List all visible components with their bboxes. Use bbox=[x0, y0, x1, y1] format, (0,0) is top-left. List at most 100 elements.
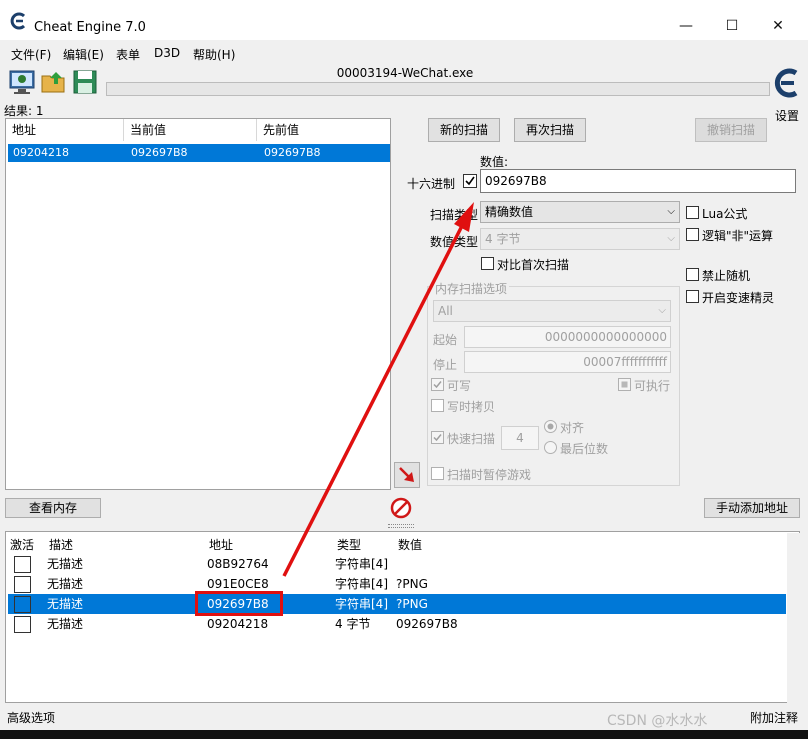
settings-label[interactable]: 设置 bbox=[775, 107, 799, 124]
col-active[interactable]: 激活 bbox=[10, 536, 34, 553]
chevron-down-icon: ⌵ bbox=[658, 305, 666, 316]
table-extras-link[interactable]: 附加注释 bbox=[750, 709, 798, 726]
value-type-select[interactable]: 4 字节 ⌵ bbox=[480, 228, 680, 250]
lua-label: Lua公式 bbox=[702, 207, 748, 221]
col-description[interactable]: 描述 bbox=[49, 536, 73, 553]
row-address: 08B92764 bbox=[207, 557, 269, 571]
speedhack-label: 开启变速精灵 bbox=[702, 291, 775, 305]
add-to-list-arrow-icon[interactable] bbox=[394, 462, 420, 488]
scan-type-select[interactable]: 精确数值 ⌵ bbox=[480, 201, 680, 223]
lua-checkbox[interactable] bbox=[686, 206, 699, 219]
row-value: ?PNG bbox=[396, 597, 428, 611]
row-type: 字符串[4] bbox=[335, 577, 388, 591]
row-description: 无描述 bbox=[47, 577, 84, 591]
result-current: 092697B8 bbox=[131, 146, 188, 159]
writable-checkbox[interactable] bbox=[431, 378, 444, 391]
memory-options-title: 内存扫描选项 bbox=[433, 280, 510, 297]
col-address[interactable]: 地址 bbox=[6, 119, 124, 141]
stop-label: 停止 bbox=[433, 358, 458, 372]
executable-checkbox[interactable] bbox=[618, 378, 631, 391]
new-scan-button[interactable]: 新的扫描 bbox=[428, 118, 500, 142]
compare-first-checkbox[interactable] bbox=[481, 257, 494, 270]
active-checkbox[interactable] bbox=[14, 596, 31, 613]
minimize-button[interactable]: — bbox=[666, 14, 706, 38]
table-row-selected[interactable]: 无描述 092697B8 字符串[4] ?PNG bbox=[8, 594, 786, 614]
result-address: 09204218 bbox=[13, 146, 69, 159]
writable-label: 可写 bbox=[447, 379, 472, 393]
next-scan-button[interactable]: 再次扫描 bbox=[514, 118, 586, 142]
last-digits-radio[interactable] bbox=[544, 441, 557, 454]
last-digits-label: 最后位数 bbox=[560, 442, 609, 456]
scan-type-value: 精确数值 bbox=[485, 205, 534, 219]
result-count: 结果: 1 bbox=[4, 104, 44, 118]
pause-game-checkbox[interactable] bbox=[431, 467, 444, 480]
close-button[interactable]: ✕ bbox=[758, 14, 798, 38]
col-value[interactable]: 数值 bbox=[398, 536, 422, 553]
row-type: 4 字节 bbox=[335, 617, 371, 631]
window-title: Cheat Engine 7.0 bbox=[34, 20, 146, 35]
advanced-options-link[interactable]: 高级选项 bbox=[7, 709, 55, 726]
undo-scan-button[interactable]: 撤销扫描 bbox=[695, 118, 767, 142]
table-row[interactable]: 无描述 09204218 4 字节 092697B8 bbox=[8, 614, 786, 634]
active-checkbox[interactable] bbox=[14, 576, 31, 593]
no-random-label: 禁止随机 bbox=[702, 269, 751, 283]
compare-first-label: 对比首次扫描 bbox=[497, 258, 570, 272]
no-random-checkbox[interactable] bbox=[686, 268, 699, 281]
view-memory-button[interactable]: 查看内存 bbox=[5, 498, 101, 518]
process-name: 00003194-WeChat.exe bbox=[336, 66, 474, 80]
col-previous-value[interactable]: 先前值 bbox=[257, 119, 390, 141]
col-address[interactable]: 地址 bbox=[209, 536, 233, 553]
table-row[interactable]: 无描述 091E0CE8 字符串[4] ?PNG bbox=[8, 574, 786, 594]
scan-progress-bar bbox=[106, 82, 770, 96]
chevron-down-icon: ⌵ bbox=[667, 206, 675, 217]
align-radio[interactable] bbox=[544, 420, 557, 433]
select-process-icon[interactable] bbox=[8, 68, 36, 96]
menu-help[interactable]: 帮助(H) bbox=[193, 46, 235, 63]
stop-address-input[interactable]: 00007fffffffffff bbox=[464, 351, 671, 373]
col-type[interactable]: 类型 bbox=[337, 536, 361, 553]
open-file-icon[interactable] bbox=[40, 68, 68, 96]
not-logic-label: 逻辑"非"运算 bbox=[702, 229, 774, 243]
clear-list-icon[interactable] bbox=[389, 496, 413, 520]
add-address-manually-button[interactable]: 手动添加地址 bbox=[704, 498, 800, 518]
col-current-value[interactable]: 当前值 bbox=[124, 119, 257, 141]
scan-result-list[interactable]: 地址 当前值 先前值 09204218 092697B8 092697B8 bbox=[5, 118, 391, 490]
result-row[interactable]: 09204218 092697B8 092697B8 bbox=[8, 144, 390, 162]
save-file-icon[interactable] bbox=[71, 68, 99, 96]
chevron-down-icon: ⌵ bbox=[667, 233, 675, 244]
menu-d3d[interactable]: D3D bbox=[154, 46, 180, 60]
maximize-button[interactable]: ☐ bbox=[712, 14, 752, 38]
fast-scan-checkbox[interactable] bbox=[431, 431, 444, 444]
row-description: 无描述 bbox=[47, 557, 84, 571]
cheat-engine-icon bbox=[10, 12, 26, 30]
menu-table[interactable]: 表单 bbox=[116, 46, 140, 63]
cheat-table[interactable]: 激活 描述 地址 类型 数值 无描述 08B92764 字符串[4] 无描述 0… bbox=[5, 531, 801, 703]
memory-region-select[interactable]: All ⌵ bbox=[433, 300, 671, 322]
start-address-input[interactable]: 0000000000000000 bbox=[464, 326, 671, 348]
start-label: 起始 bbox=[433, 333, 458, 347]
table-row[interactable]: 无描述 08B92764 字符串[4] bbox=[8, 554, 786, 574]
menu-file[interactable]: 文件(F) bbox=[11, 46, 51, 63]
value-type-label: 数值类型 bbox=[430, 235, 479, 249]
row-description: 无描述 bbox=[47, 617, 84, 631]
settings-logo-icon[interactable] bbox=[772, 66, 802, 100]
watermark: CSDN @水水水 bbox=[607, 713, 708, 729]
copy-on-write-label: 写时拷贝 bbox=[447, 400, 496, 414]
row-type: 字符串[4] bbox=[335, 597, 388, 611]
splitter-handle[interactable] bbox=[388, 524, 414, 528]
value-label: 数值: bbox=[480, 155, 509, 169]
hex-checkbox[interactable] bbox=[463, 174, 477, 188]
table-scrollbar[interactable] bbox=[787, 533, 801, 703]
copy-on-write-checkbox[interactable] bbox=[431, 399, 444, 412]
executable-label: 可执行 bbox=[634, 379, 671, 393]
not-logic-checkbox[interactable] bbox=[686, 228, 699, 241]
menu-edit[interactable]: 编辑(E) bbox=[63, 46, 104, 63]
speedhack-checkbox[interactable] bbox=[686, 290, 699, 303]
active-checkbox[interactable] bbox=[14, 616, 31, 633]
row-address: 09204218 bbox=[207, 617, 269, 631]
value-input[interactable]: 092697B8 bbox=[480, 169, 796, 193]
fast-scan-value-input[interactable]: 4 bbox=[501, 426, 539, 450]
row-type: 字符串[4] bbox=[335, 557, 388, 571]
active-checkbox[interactable] bbox=[14, 556, 31, 573]
pause-game-label: 扫描时暂停游戏 bbox=[447, 468, 532, 482]
